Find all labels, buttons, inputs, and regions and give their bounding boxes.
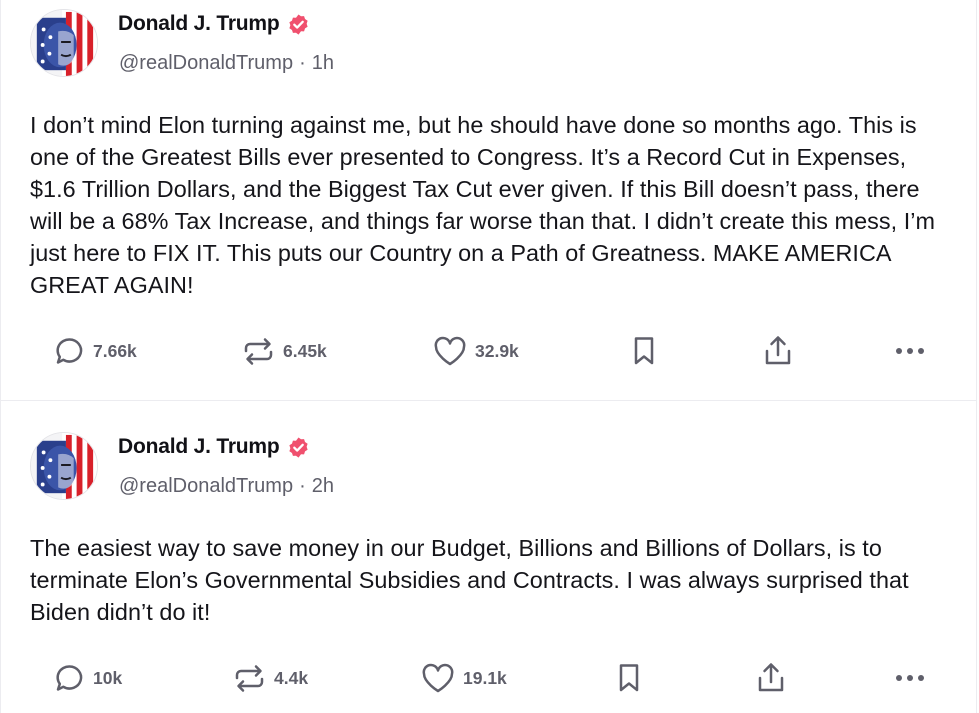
share-upload-icon [765, 336, 791, 365]
repost-button[interactable]: 4.4k [233, 658, 308, 698]
repost-button[interactable]: 6.45k [242, 331, 327, 371]
more-options-button[interactable] [894, 331, 926, 371]
more-options-button[interactable] [894, 658, 926, 698]
like-count: 19.1k [463, 667, 507, 688]
separator: · [299, 52, 306, 74]
share-upload-icon [758, 663, 784, 692]
share-button[interactable] [762, 331, 794, 371]
like-button[interactable]: 19.1k [421, 658, 507, 698]
heart-icon [434, 336, 466, 365]
speech-bubble-icon [56, 664, 83, 691]
author-name[interactable]: Donald J. Trump [118, 435, 280, 459]
post-text: The easiest way to save money in our Bud… [30, 535, 909, 625]
author-name[interactable]: Donald J. Trump [118, 12, 280, 36]
action-bar: 7.66k 6.45k 32.9k [1, 331, 978, 371]
like-count: 32.9k [475, 340, 519, 361]
ellipsis-icon [896, 348, 924, 354]
author-handle[interactable]: @realDonaldTrump [119, 52, 293, 74]
action-bar: 10k 4.4k 19.1k [1, 658, 978, 698]
repost-arrows-icon [235, 664, 264, 692]
heart-icon [422, 663, 454, 692]
avatar[interactable] [30, 9, 98, 77]
repost-count: 4.4k [274, 667, 309, 688]
bookmark-button[interactable] [632, 331, 656, 371]
handle-row: @realDonaldTrump · 2h [119, 471, 334, 501]
post-feed: Donald J. Trump @realDonaldTrump · 1h I do… [0, 0, 977, 713]
repost-arrows-icon [244, 337, 273, 365]
author-row: Donald J. Trump [118, 432, 310, 462]
ellipsis-icon [896, 675, 924, 681]
author-row: Donald J. Trump [118, 9, 310, 39]
post-card[interactable]: Donald J. Trump @realDonaldTrump · 1h I do… [1, 0, 976, 401]
reply-count: 7.66k [93, 340, 137, 361]
post-timestamp[interactable]: 2h [312, 475, 334, 497]
post-timestamp[interactable]: 1h [312, 52, 334, 74]
share-button[interactable] [755, 658, 787, 698]
verified-badge-icon [287, 436, 310, 459]
reply-count: 10k [93, 667, 123, 688]
handle-row: @realDonaldTrump · 1h [119, 48, 334, 78]
avatar[interactable] [30, 432, 98, 500]
like-button[interactable]: 32.9k [433, 331, 519, 371]
post-text: I don’t mind Elon turning against me, bu… [30, 112, 936, 298]
post-card[interactable]: Donald J. Trump @realDonaldTrump · 2h The … [1, 401, 976, 713]
separator: · [299, 475, 306, 497]
repost-count: 6.45k [283, 340, 327, 361]
reply-button[interactable]: 10k [54, 658, 122, 698]
speech-bubble-icon [56, 337, 83, 364]
bookmark-icon [619, 664, 639, 692]
bookmark-button[interactable] [617, 658, 641, 698]
author-handle[interactable]: @realDonaldTrump [119, 475, 293, 497]
reply-button[interactable]: 7.66k [54, 331, 137, 371]
avatar-image [31, 433, 97, 499]
avatar-image [31, 10, 97, 76]
bookmark-icon [634, 337, 654, 365]
verified-badge-icon [287, 13, 310, 36]
